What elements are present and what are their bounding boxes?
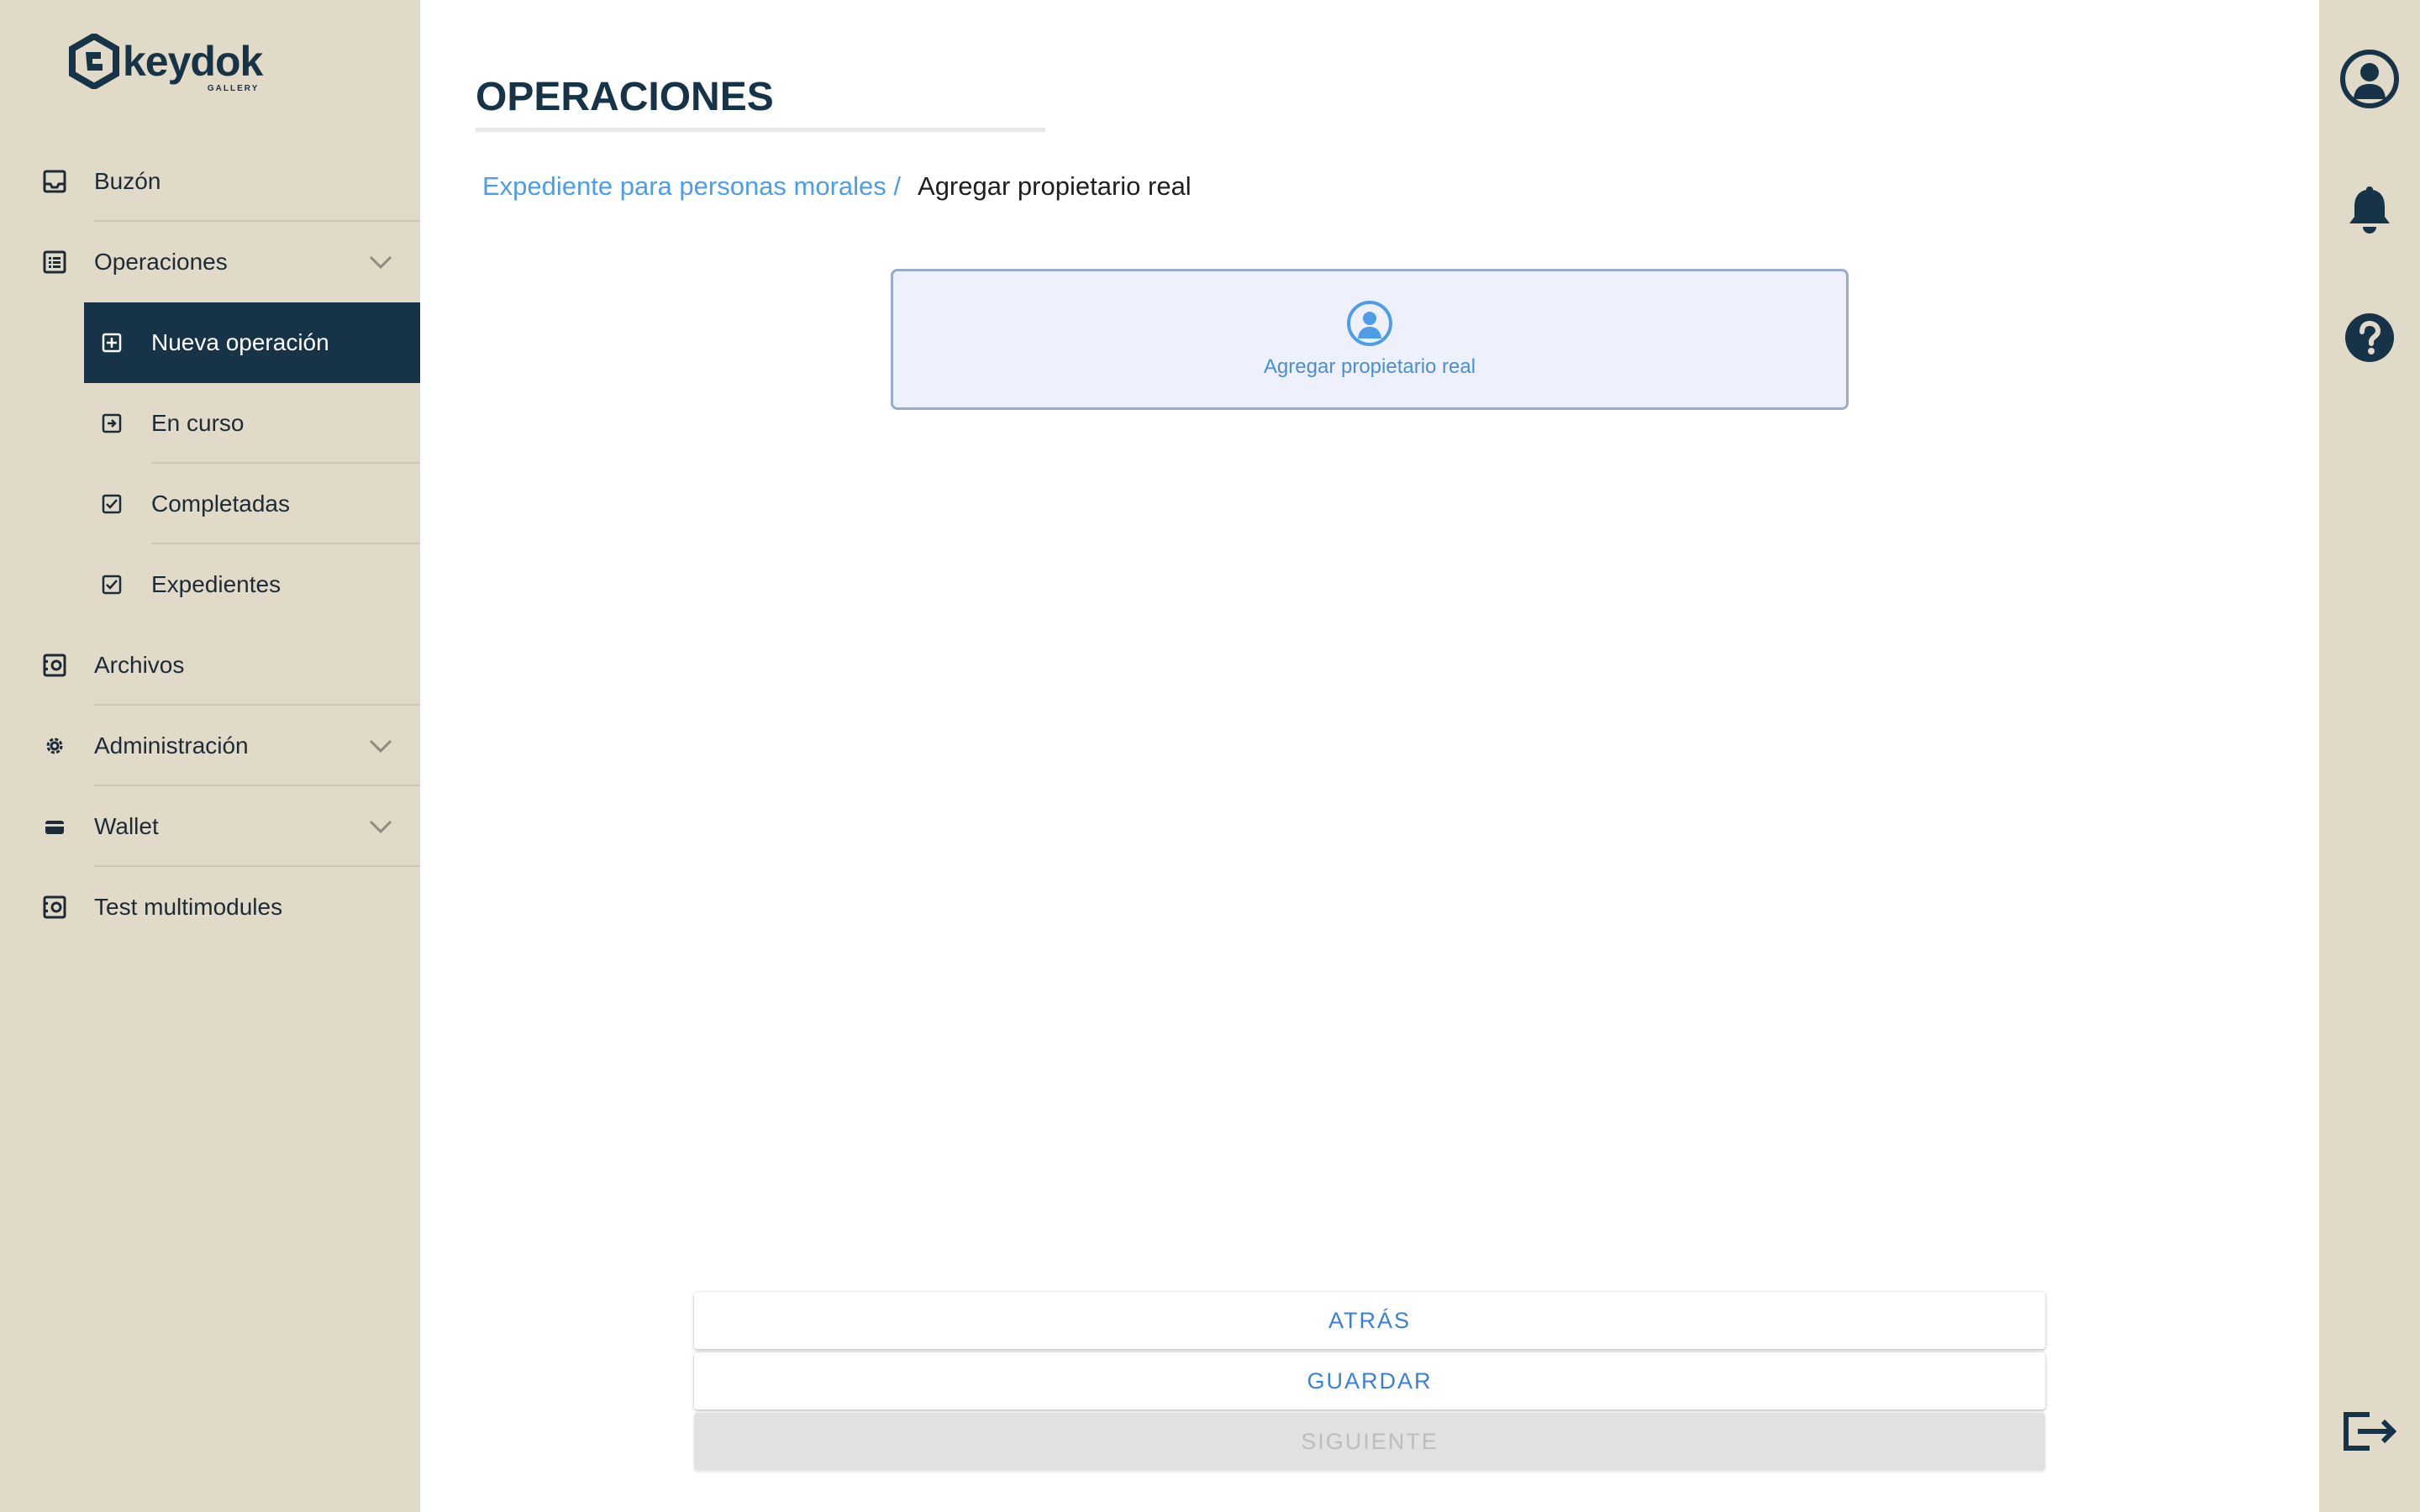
profile-icon — [2340, 50, 2399, 108]
plus-square-icon — [101, 332, 123, 354]
vault-icon — [42, 653, 67, 678]
check-square-icon — [101, 574, 123, 596]
brand-name: keydok — [123, 38, 263, 85]
logout-button[interactable] — [2336, 1398, 2403, 1465]
chevron-down-icon[interactable] — [368, 738, 393, 754]
breadcrumb: Expediente para personas morales / Agreg… — [482, 171, 1192, 202]
add-owner-card[interactable]: Agregar propietario real — [891, 269, 1849, 410]
help-button[interactable] — [2336, 304, 2403, 371]
sidebar-item-administracion[interactable]: Administración — [0, 706, 420, 786]
chevron-down-icon[interactable] — [368, 254, 393, 270]
sidebar-item-label: Expedientes — [151, 571, 281, 597]
help-icon — [2345, 313, 2394, 362]
breadcrumb-current: Agregar propietario real — [918, 171, 1192, 201]
sidebar-item-test-multimodules[interactable]: Test multimodules — [0, 867, 420, 948]
sidebar-item-label: Nueva operación — [151, 329, 329, 355]
sidebar-item-label: Operaciones — [94, 249, 228, 275]
brand-subtitle: GALLERY — [207, 84, 260, 93]
sidebar-item-label: Administración — [94, 732, 249, 759]
breadcrumb-parent-link[interactable]: Expediente para personas morales / — [482, 171, 901, 202]
add-owner-label: Agregar propietario real — [1263, 355, 1476, 378]
sidebar-item-expedientes[interactable]: Expedientes — [0, 544, 420, 625]
check-square-icon — [101, 493, 123, 515]
save-button[interactable]: GUARDAR — [694, 1352, 2045, 1410]
notifications-button[interactable] — [2336, 176, 2403, 244]
brand-logo[interactable]: keydok GALLERY — [69, 30, 271, 93]
profile-button[interactable] — [2336, 45, 2403, 113]
sidebar-item-archivos[interactable]: Archivos — [0, 625, 420, 706]
list-icon — [42, 249, 67, 275]
next-button: SIGUIENTE — [694, 1413, 2045, 1470]
sidebar-item-en-curso[interactable]: En curso — [0, 383, 420, 464]
sidebar-item-label: Buzón — [94, 168, 161, 194]
logout-icon — [2344, 1412, 2397, 1451]
sidebar-item-label: En curso — [151, 410, 245, 436]
sidebar-item-buzon[interactable]: Buzón — [0, 141, 420, 222]
sidebar-item-label: Test multimodules — [94, 894, 283, 920]
arrow-square-icon — [101, 412, 123, 434]
bell-icon — [2349, 186, 2390, 234]
page-title: OPERACIONES — [476, 75, 774, 119]
vault-icon — [42, 895, 67, 920]
sidebar-item-completadas[interactable]: Completadas — [0, 464, 420, 544]
back-button[interactable]: ATRÁS — [694, 1292, 2045, 1349]
title-underline — [476, 128, 1045, 132]
main-content: OPERACIONES Expediente para personas mor… — [420, 0, 2319, 1512]
sidebar-item-operaciones[interactable]: Operaciones — [0, 222, 420, 302]
sidebar-item-label: Wallet — [94, 813, 159, 839]
sidebar-nav: Buzón Operaciones Nueva operación En cur… — [0, 141, 420, 948]
chevron-down-icon[interactable] — [368, 818, 393, 835]
gear-icon — [42, 733, 67, 759]
inbox-icon — [42, 169, 67, 194]
sidebar: keydok GALLERY Buzón Operaciones Nueva o… — [0, 0, 420, 1512]
sidebar-item-nueva-operacion[interactable]: Nueva operación — [84, 302, 420, 383]
sidebar-item-label: Archivos — [94, 652, 185, 678]
sidebar-item-wallet[interactable]: Wallet — [0, 786, 420, 867]
keydok-logo-icon — [69, 34, 119, 89]
sidebar-item-label: Completadas — [151, 491, 290, 517]
wallet-icon — [42, 814, 67, 839]
right-rail — [2319, 0, 2420, 1512]
person-circle-icon — [1347, 301, 1392, 346]
